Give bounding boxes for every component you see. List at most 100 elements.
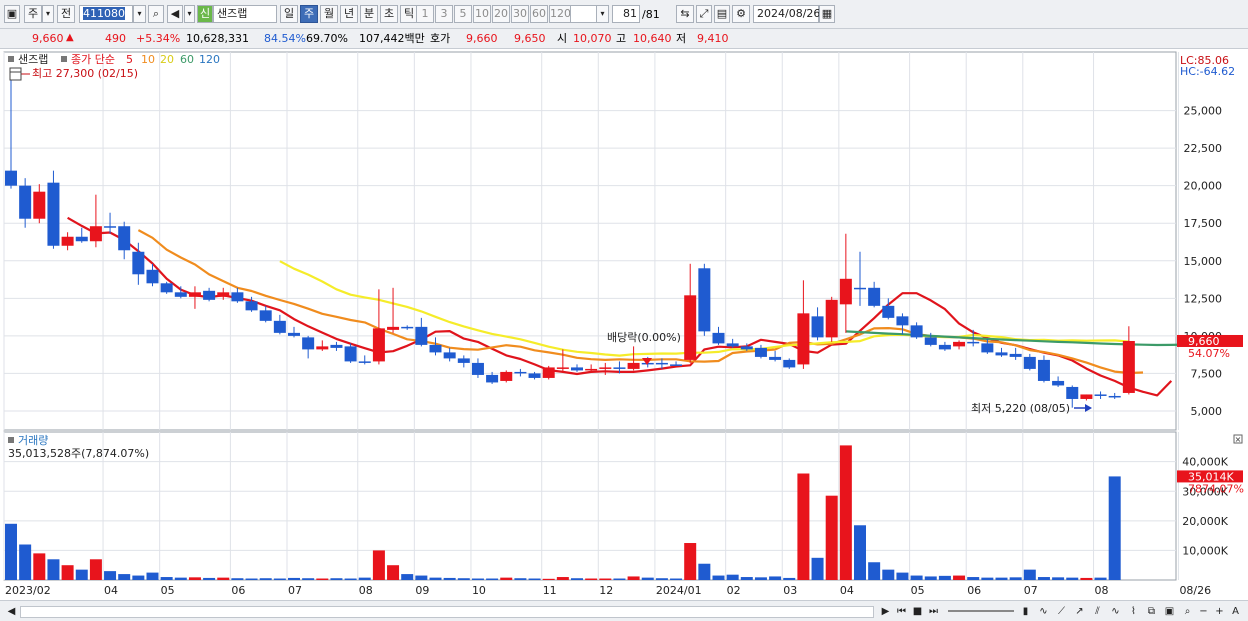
candle-body[interactable]	[443, 352, 456, 359]
candle-body[interactable]	[203, 290, 216, 300]
volume-bar[interactable]	[797, 473, 810, 581]
candle-body[interactable]	[825, 299, 838, 338]
candle-body[interactable]	[655, 362, 668, 365]
cycle-tool-icon[interactable]: ⌇	[1126, 604, 1141, 619]
interval-button[interactable]: 1	[416, 5, 434, 23]
volume-bar[interactable]	[953, 575, 966, 580]
candle-body[interactable]	[528, 373, 541, 378]
volume-bar[interactable]	[627, 576, 640, 580]
volume-bar[interactable]	[542, 578, 555, 580]
volume-bar[interactable]	[938, 575, 951, 580]
volume-bar[interactable]	[528, 578, 541, 580]
first-page-icon[interactable]: ⏮	[894, 604, 909, 619]
volume-bar[interactable]	[769, 576, 782, 580]
candle-body[interactable]	[245, 301, 258, 311]
volume-bar[interactable]	[995, 577, 1008, 580]
volume-bar[interactable]	[1052, 577, 1065, 580]
candle-body[interactable]	[1080, 394, 1093, 399]
candle-body[interactable]	[188, 292, 201, 297]
candle-body[interactable]	[217, 292, 230, 297]
candle-body[interactable]	[358, 361, 371, 363]
candle-body[interactable]	[910, 325, 923, 338]
volume-bar[interactable]	[288, 577, 300, 580]
volume-bar[interactable]	[471, 578, 484, 580]
volume-bar[interactable]	[118, 574, 131, 580]
interval-button[interactable]: 120	[549, 5, 571, 23]
candle-body[interactable]	[5, 170, 17, 186]
volume-bar[interactable]	[868, 562, 881, 580]
volume-bar[interactable]	[1023, 569, 1036, 580]
fib-tool-icon[interactable]: ∿	[1108, 604, 1123, 619]
volume-bar[interactable]	[89, 559, 102, 580]
candle-body[interactable]	[288, 332, 300, 336]
candle-body[interactable]	[500, 371, 513, 381]
candle-body[interactable]	[938, 344, 951, 350]
scroll-right-icon[interactable]: ▶	[878, 604, 893, 619]
volume-bar[interactable]	[1094, 577, 1107, 580]
candle-body[interactable]	[514, 371, 527, 374]
interval-button[interactable]: 10	[473, 5, 491, 23]
candle-body[interactable]	[387, 326, 400, 330]
volume-bar[interactable]	[1037, 577, 1050, 580]
volume-bar[interactable]	[401, 574, 414, 580]
volume-bar[interactable]	[132, 575, 145, 580]
volume-bar[interactable]	[1066, 577, 1079, 580]
candle-body[interactable]	[698, 268, 711, 332]
volume-bar[interactable]	[712, 575, 725, 580]
candle-body[interactable]	[19, 185, 32, 219]
candle-body[interactable]	[61, 236, 74, 246]
candle-body[interactable]	[571, 367, 583, 371]
candle-body[interactable]	[684, 295, 697, 360]
candle-body[interactable]	[1037, 359, 1050, 381]
speaker-dropdown-icon[interactable]: ▾	[184, 5, 195, 23]
volume-bar[interactable]	[1108, 476, 1121, 580]
channel-tool-icon[interactable]: ⫽	[1090, 604, 1105, 619]
candle-body[interactable]	[330, 344, 343, 348]
candle-body[interactable]	[1122, 340, 1135, 393]
period-button[interactable]: 초	[380, 5, 398, 23]
candle-body[interactable]	[585, 368, 598, 371]
candle-body[interactable]	[273, 320, 286, 333]
code-input[interactable]: 411080	[79, 5, 133, 23]
zoom-slider[interactable]	[948, 610, 1014, 612]
volume-bar[interactable]	[61, 565, 74, 580]
candle-body[interactable]	[118, 226, 131, 251]
volume-bar[interactable]	[1009, 577, 1022, 580]
candle-body[interactable]	[104, 226, 117, 228]
period-button[interactable]: 월	[320, 5, 338, 23]
volume-bar[interactable]	[854, 525, 866, 580]
text-size-icon[interactable]: A	[1228, 604, 1243, 619]
extra-dropdown-icon[interactable]: ▾	[596, 5, 609, 23]
candle-body[interactable]	[981, 343, 994, 353]
save-icon[interactable]: ▤	[714, 5, 730, 23]
candle-body[interactable]	[599, 367, 612, 369]
volume-bar[interactable]	[599, 578, 612, 580]
volume-bar[interactable]	[47, 559, 60, 580]
volume-bar[interactable]	[429, 577, 442, 580]
candle-body[interactable]	[471, 362, 484, 375]
candle-body[interactable]	[769, 356, 782, 360]
volume-bar[interactable]	[104, 571, 117, 580]
volume-bar[interactable]	[160, 577, 173, 580]
compare-icon[interactable]: ⇆	[676, 5, 694, 23]
candle-body[interactable]	[160, 283, 173, 293]
scrollbar-track[interactable]	[20, 606, 874, 618]
volume-bar[interactable]	[33, 553, 46, 580]
volume-bar[interactable]	[259, 578, 272, 580]
volume-bar[interactable]	[514, 578, 527, 580]
volume-bar[interactable]	[670, 578, 683, 580]
volume-bar[interactable]	[1080, 577, 1093, 580]
volume-bar[interactable]	[302, 578, 315, 580]
volume-bar[interactable]	[231, 578, 244, 580]
candle-body[interactable]	[132, 251, 145, 275]
volume-bar[interactable]	[443, 577, 456, 580]
candle-body[interactable]	[316, 346, 329, 350]
image-icon[interactable]: ▣	[1162, 604, 1177, 619]
candle-body[interactable]	[457, 358, 470, 363]
volume-bar[interactable]	[415, 575, 428, 580]
volume-bar[interactable]	[486, 578, 499, 580]
candle-body[interactable]	[1052, 380, 1065, 386]
interval-button[interactable]: 30	[511, 5, 529, 23]
candle-body[interactable]	[259, 310, 272, 321]
scroll-left-icon[interactable]: ◀	[4, 604, 19, 619]
